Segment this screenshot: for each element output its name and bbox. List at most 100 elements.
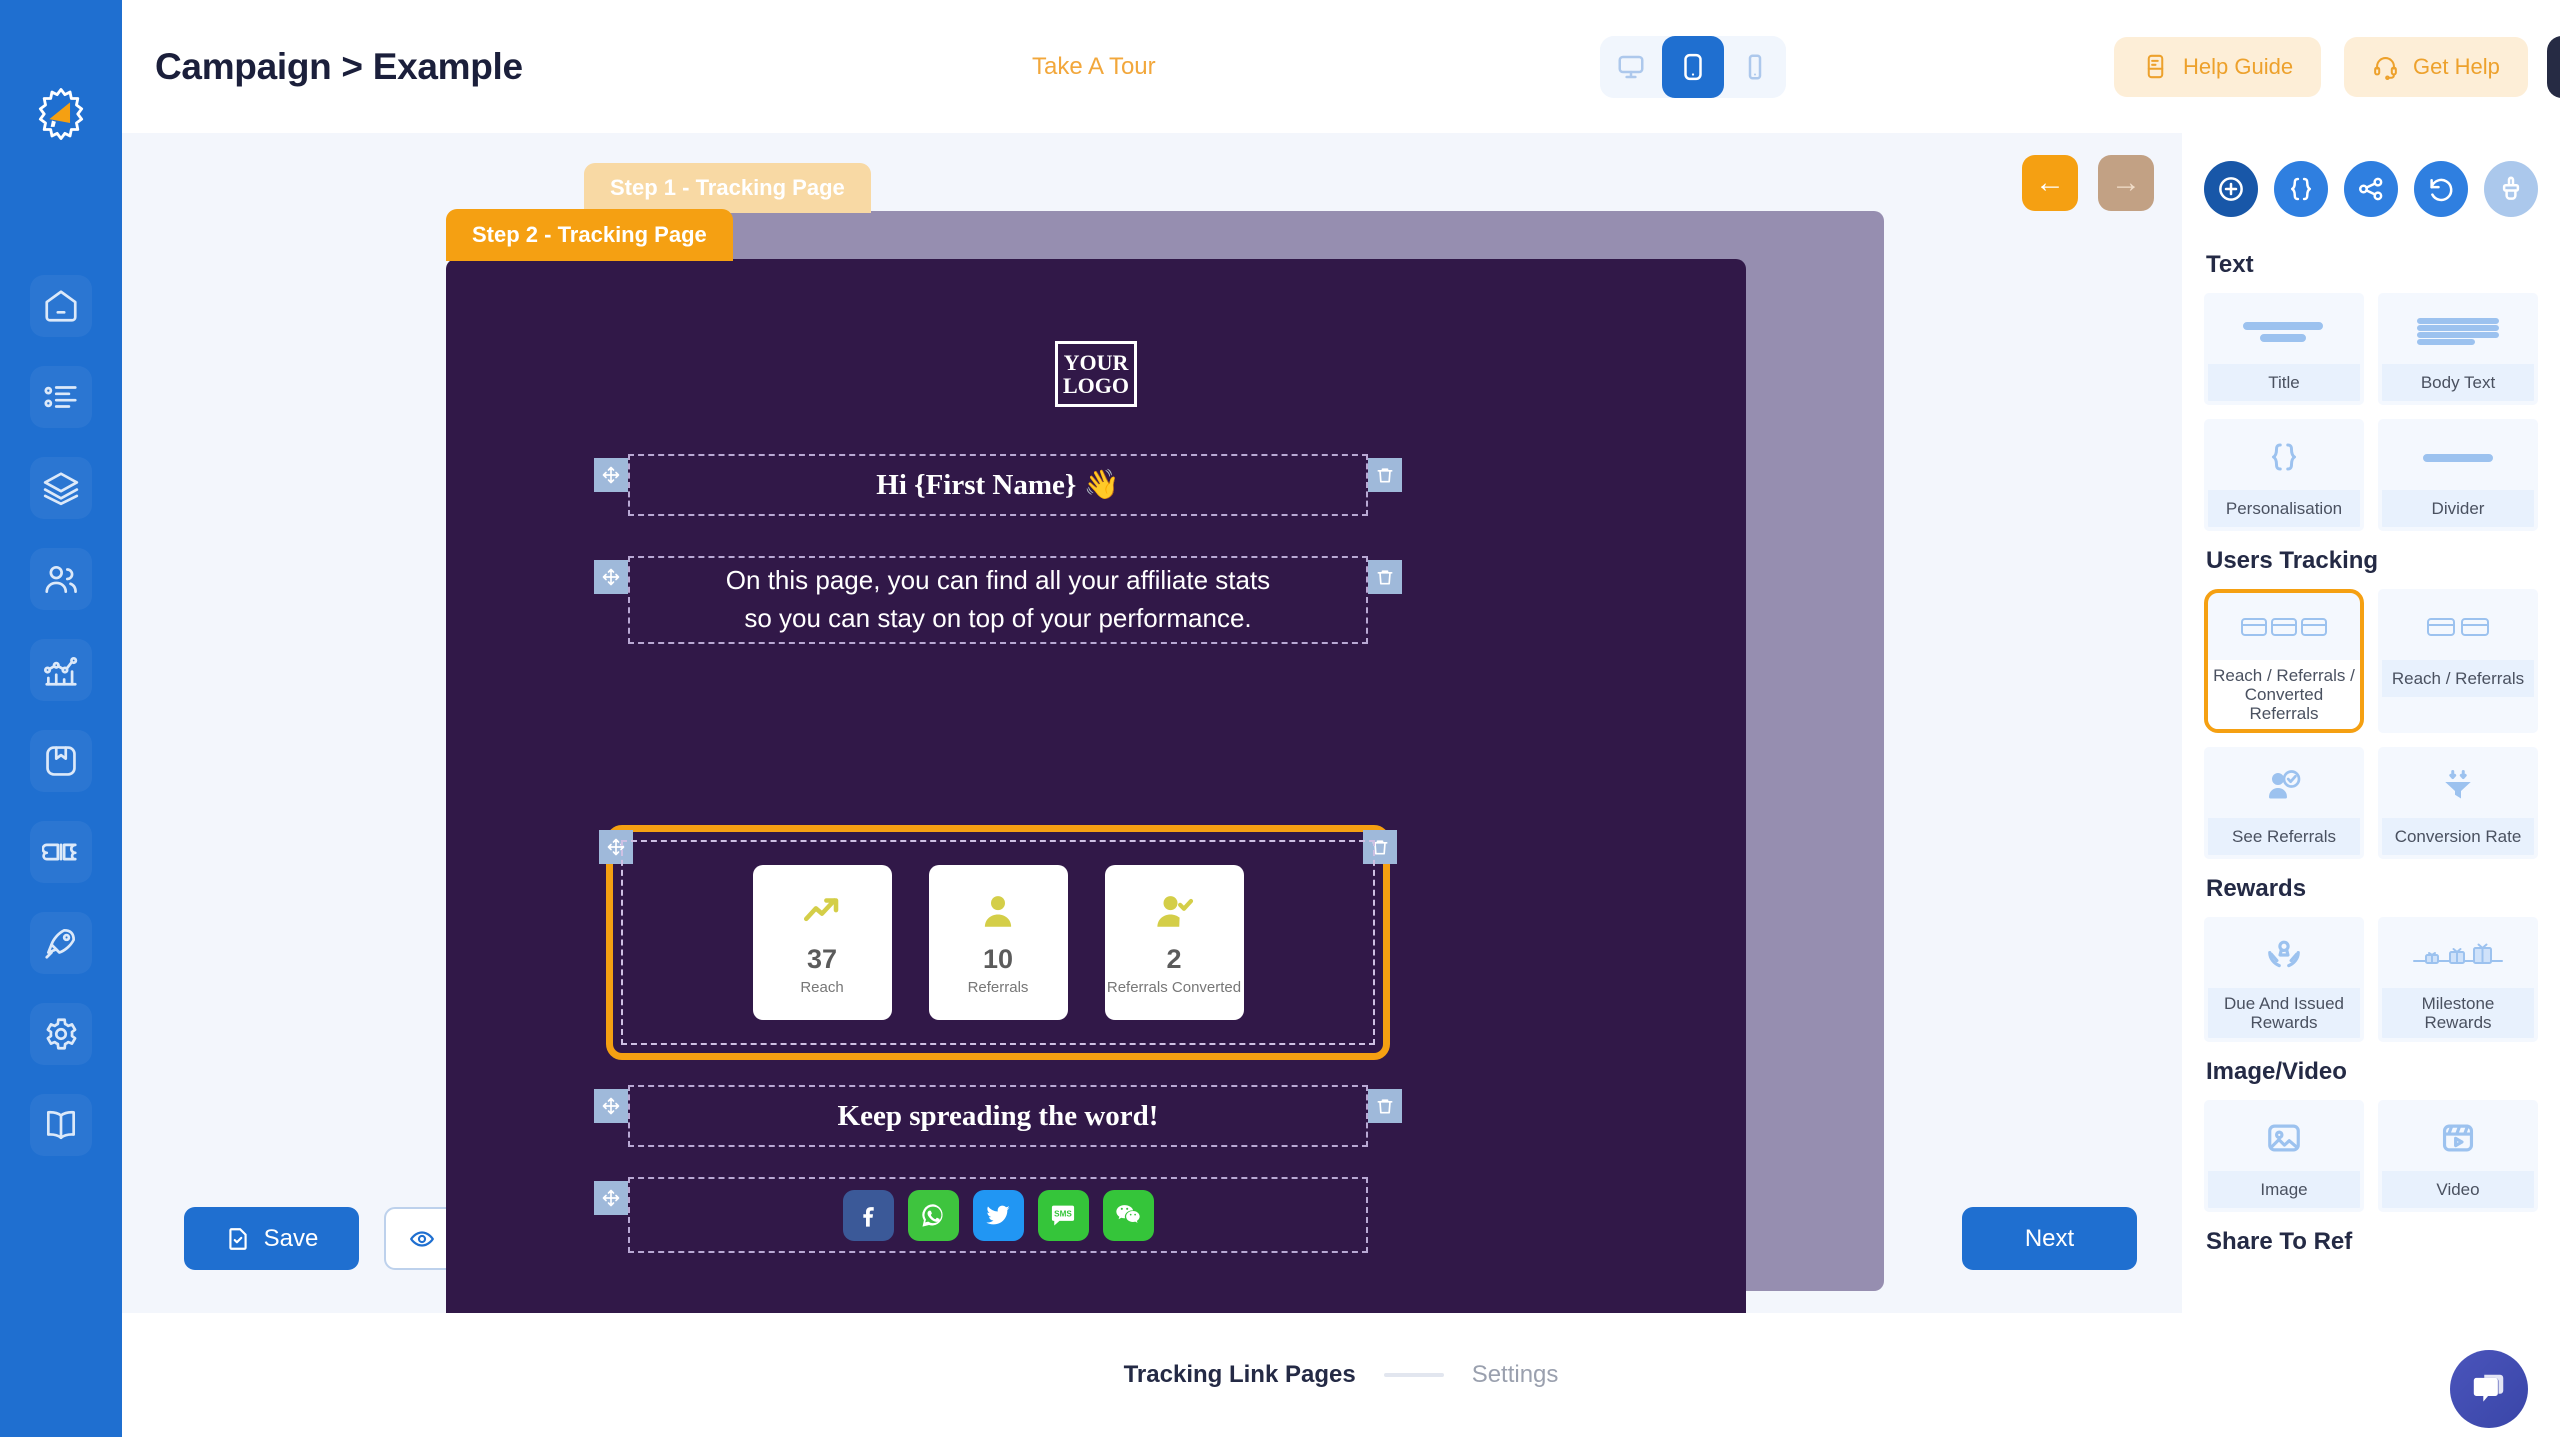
brush-icon xyxy=(2502,176,2520,200)
stats-card-row: 37 Reach 10 Referrals 2 Referrals Conver… xyxy=(621,840,1375,1045)
layers-icon xyxy=(43,472,79,506)
move-handle-icon[interactable] xyxy=(594,1089,628,1123)
social-share-block[interactable]: SMS xyxy=(594,1177,1368,1253)
section-title-users-tracking: Users Tracking xyxy=(2206,547,2379,574)
share-twitter-button[interactable] xyxy=(972,1189,1024,1241)
tile-reach-referrals[interactable]: Reach / Referrals xyxy=(2378,589,2538,734)
stat-card[interactable]: 10 Referrals xyxy=(928,865,1068,1020)
sidebar-item-launch[interactable] xyxy=(30,912,92,974)
stat-value: 10 xyxy=(982,943,1014,974)
trash-icon[interactable] xyxy=(1368,1089,1402,1123)
sidebar-item-docs[interactable] xyxy=(30,1094,92,1156)
braces-icon xyxy=(2208,423,2360,490)
move-handle-icon[interactable] xyxy=(594,560,628,594)
canvas-wrapper: Step 1 - Tracking Page Step 2 - Tracking… xyxy=(122,133,2182,1313)
sidebar-item-campaigns[interactable] xyxy=(30,366,92,428)
bookmark-icon xyxy=(46,746,76,776)
list-icon xyxy=(44,386,77,408)
share-sms-button[interactable]: SMS xyxy=(1037,1189,1089,1241)
app-logo[interactable] xyxy=(25,78,97,150)
stat-value: 2 xyxy=(1166,943,1182,974)
section-title-share-to-ref: Share To Ref xyxy=(2206,1228,2353,1256)
user-avatar[interactable]: K xyxy=(2547,35,2560,98)
chat-widget-button[interactable] xyxy=(2450,1350,2528,1428)
stat-label: Reach xyxy=(800,978,844,996)
tile-personalisation[interactable]: Personalisation xyxy=(2204,419,2364,531)
section-title-image-video: Image/Video xyxy=(2206,1058,2347,1086)
step-connector xyxy=(1383,1373,1444,1377)
save-button[interactable]: Save xyxy=(184,1207,359,1270)
take-a-tour-link[interactable]: Take A Tour xyxy=(1032,53,1156,81)
sidebar-item-layers[interactable] xyxy=(30,457,92,519)
tile-label: Due And Issued Rewards xyxy=(2208,988,2360,1039)
stat-card[interactable]: 37 Reach xyxy=(752,865,892,1020)
headset-icon xyxy=(2374,57,2397,80)
stats-block-selected[interactable]: 37 Reach 10 Referrals 2 Referrals Conver… xyxy=(599,825,1397,1060)
wechat-icon xyxy=(1116,1205,1140,1223)
section-title-rewards: Rewards xyxy=(2206,875,2307,903)
chat-bubble-icon xyxy=(2473,1374,2504,1402)
nav-next-button[interactable]: → xyxy=(2098,155,2154,211)
page-nav-arrows: ← → xyxy=(2022,155,2154,211)
share-whatsapp-button[interactable] xyxy=(907,1189,959,1241)
stat-value: 37 xyxy=(806,943,838,974)
mobile-icon xyxy=(1748,54,1762,79)
tile-milestone-rewards[interactable]: Milestone Rewards xyxy=(2378,917,2538,1043)
help-guide-button[interactable]: Help Guide xyxy=(2114,36,2322,97)
tile-label: Personalisation xyxy=(2208,490,2360,527)
preview-logo-placeholder: YOUR LOGO xyxy=(1055,341,1137,407)
device-mobile-button[interactable] xyxy=(1724,35,1786,98)
save-icon xyxy=(228,1227,247,1250)
share-button[interactable] xyxy=(2344,161,2398,217)
sidebar-item-bookmarks[interactable] xyxy=(30,730,92,792)
tile-image[interactable]: Image xyxy=(2204,1100,2364,1213)
device-desktop-button[interactable] xyxy=(1600,35,1662,98)
undo-button[interactable] xyxy=(2414,161,2468,217)
editor-stage: Step 1 - Tracking Page Step 2 - Tracking… xyxy=(122,133,2182,1313)
step-1-tab[interactable]: Step 1 - Tracking Page xyxy=(584,163,871,213)
video-icon xyxy=(2382,1104,2534,1171)
tile-video[interactable]: Video xyxy=(2378,1100,2538,1213)
tile-title[interactable]: Title xyxy=(2204,293,2364,405)
sidebar-item-settings[interactable] xyxy=(30,1003,92,1065)
share-wechat-button[interactable] xyxy=(1102,1189,1154,1241)
device-preview-toggle xyxy=(1600,35,1786,98)
step-tracking-link-pages[interactable]: Tracking Link Pages xyxy=(1124,1361,1356,1389)
panel-tool-row xyxy=(2204,161,2538,217)
user-check-icon xyxy=(2208,751,2360,818)
step-settings[interactable]: Settings xyxy=(1472,1361,1559,1389)
device-tablet-button[interactable] xyxy=(1662,35,1724,98)
tile-body-text[interactable]: Body Text xyxy=(2378,293,2538,405)
greeting-block[interactable]: Hi {First Name} 👋 xyxy=(594,454,1402,516)
tile-conversion-rate[interactable]: Conversion Rate xyxy=(2378,747,2538,860)
stat-card[interactable]: 2 Referrals Converted xyxy=(1104,865,1244,1020)
tile-due-issued-rewards[interactable]: Due And Issued Rewards xyxy=(2204,917,2364,1043)
add-block-button[interactable] xyxy=(2204,161,2258,217)
get-help-button[interactable]: Get Help xyxy=(2344,36,2528,97)
desktop-icon xyxy=(1618,55,1644,78)
brush-button[interactable] xyxy=(2484,161,2538,217)
tile-label: Divider xyxy=(2382,490,2534,527)
step-2-tab[interactable]: Step 2 - Tracking Page xyxy=(446,209,733,261)
nav-prev-button[interactable]: ← xyxy=(2022,155,2078,211)
sidebar-item-users[interactable] xyxy=(30,548,92,610)
share-facebook-button[interactable] xyxy=(842,1189,894,1241)
facebook-icon xyxy=(863,1207,874,1227)
tile-label: Title xyxy=(2208,364,2360,401)
tile-label: Milestone Rewards xyxy=(2382,988,2534,1039)
tile-label: Conversion Rate xyxy=(2382,818,2534,856)
tile-reach-referrals-converted[interactable]: Reach / Referrals / Converted Referrals xyxy=(2204,589,2364,734)
closing-text-block[interactable]: Keep spreading the word! xyxy=(594,1085,1402,1147)
personalisation-button[interactable] xyxy=(2274,161,2328,217)
body-text-block[interactable]: On this page, you can find all your affi… xyxy=(594,556,1402,644)
tile-see-referrals[interactable]: See Referrals xyxy=(2204,747,2364,860)
tile-divider[interactable]: Divider xyxy=(2378,419,2538,531)
sidebar-item-home[interactable] xyxy=(30,275,92,337)
trash-icon[interactable] xyxy=(1368,458,1402,492)
sidebar-item-analytics[interactable] xyxy=(30,639,92,701)
sidebar-item-coupons[interactable] xyxy=(30,821,92,883)
move-handle-icon[interactable] xyxy=(594,458,628,492)
next-button[interactable]: Next xyxy=(1962,1207,2137,1270)
move-handle-icon[interactable] xyxy=(594,1181,628,1215)
trash-icon[interactable] xyxy=(1368,560,1402,594)
